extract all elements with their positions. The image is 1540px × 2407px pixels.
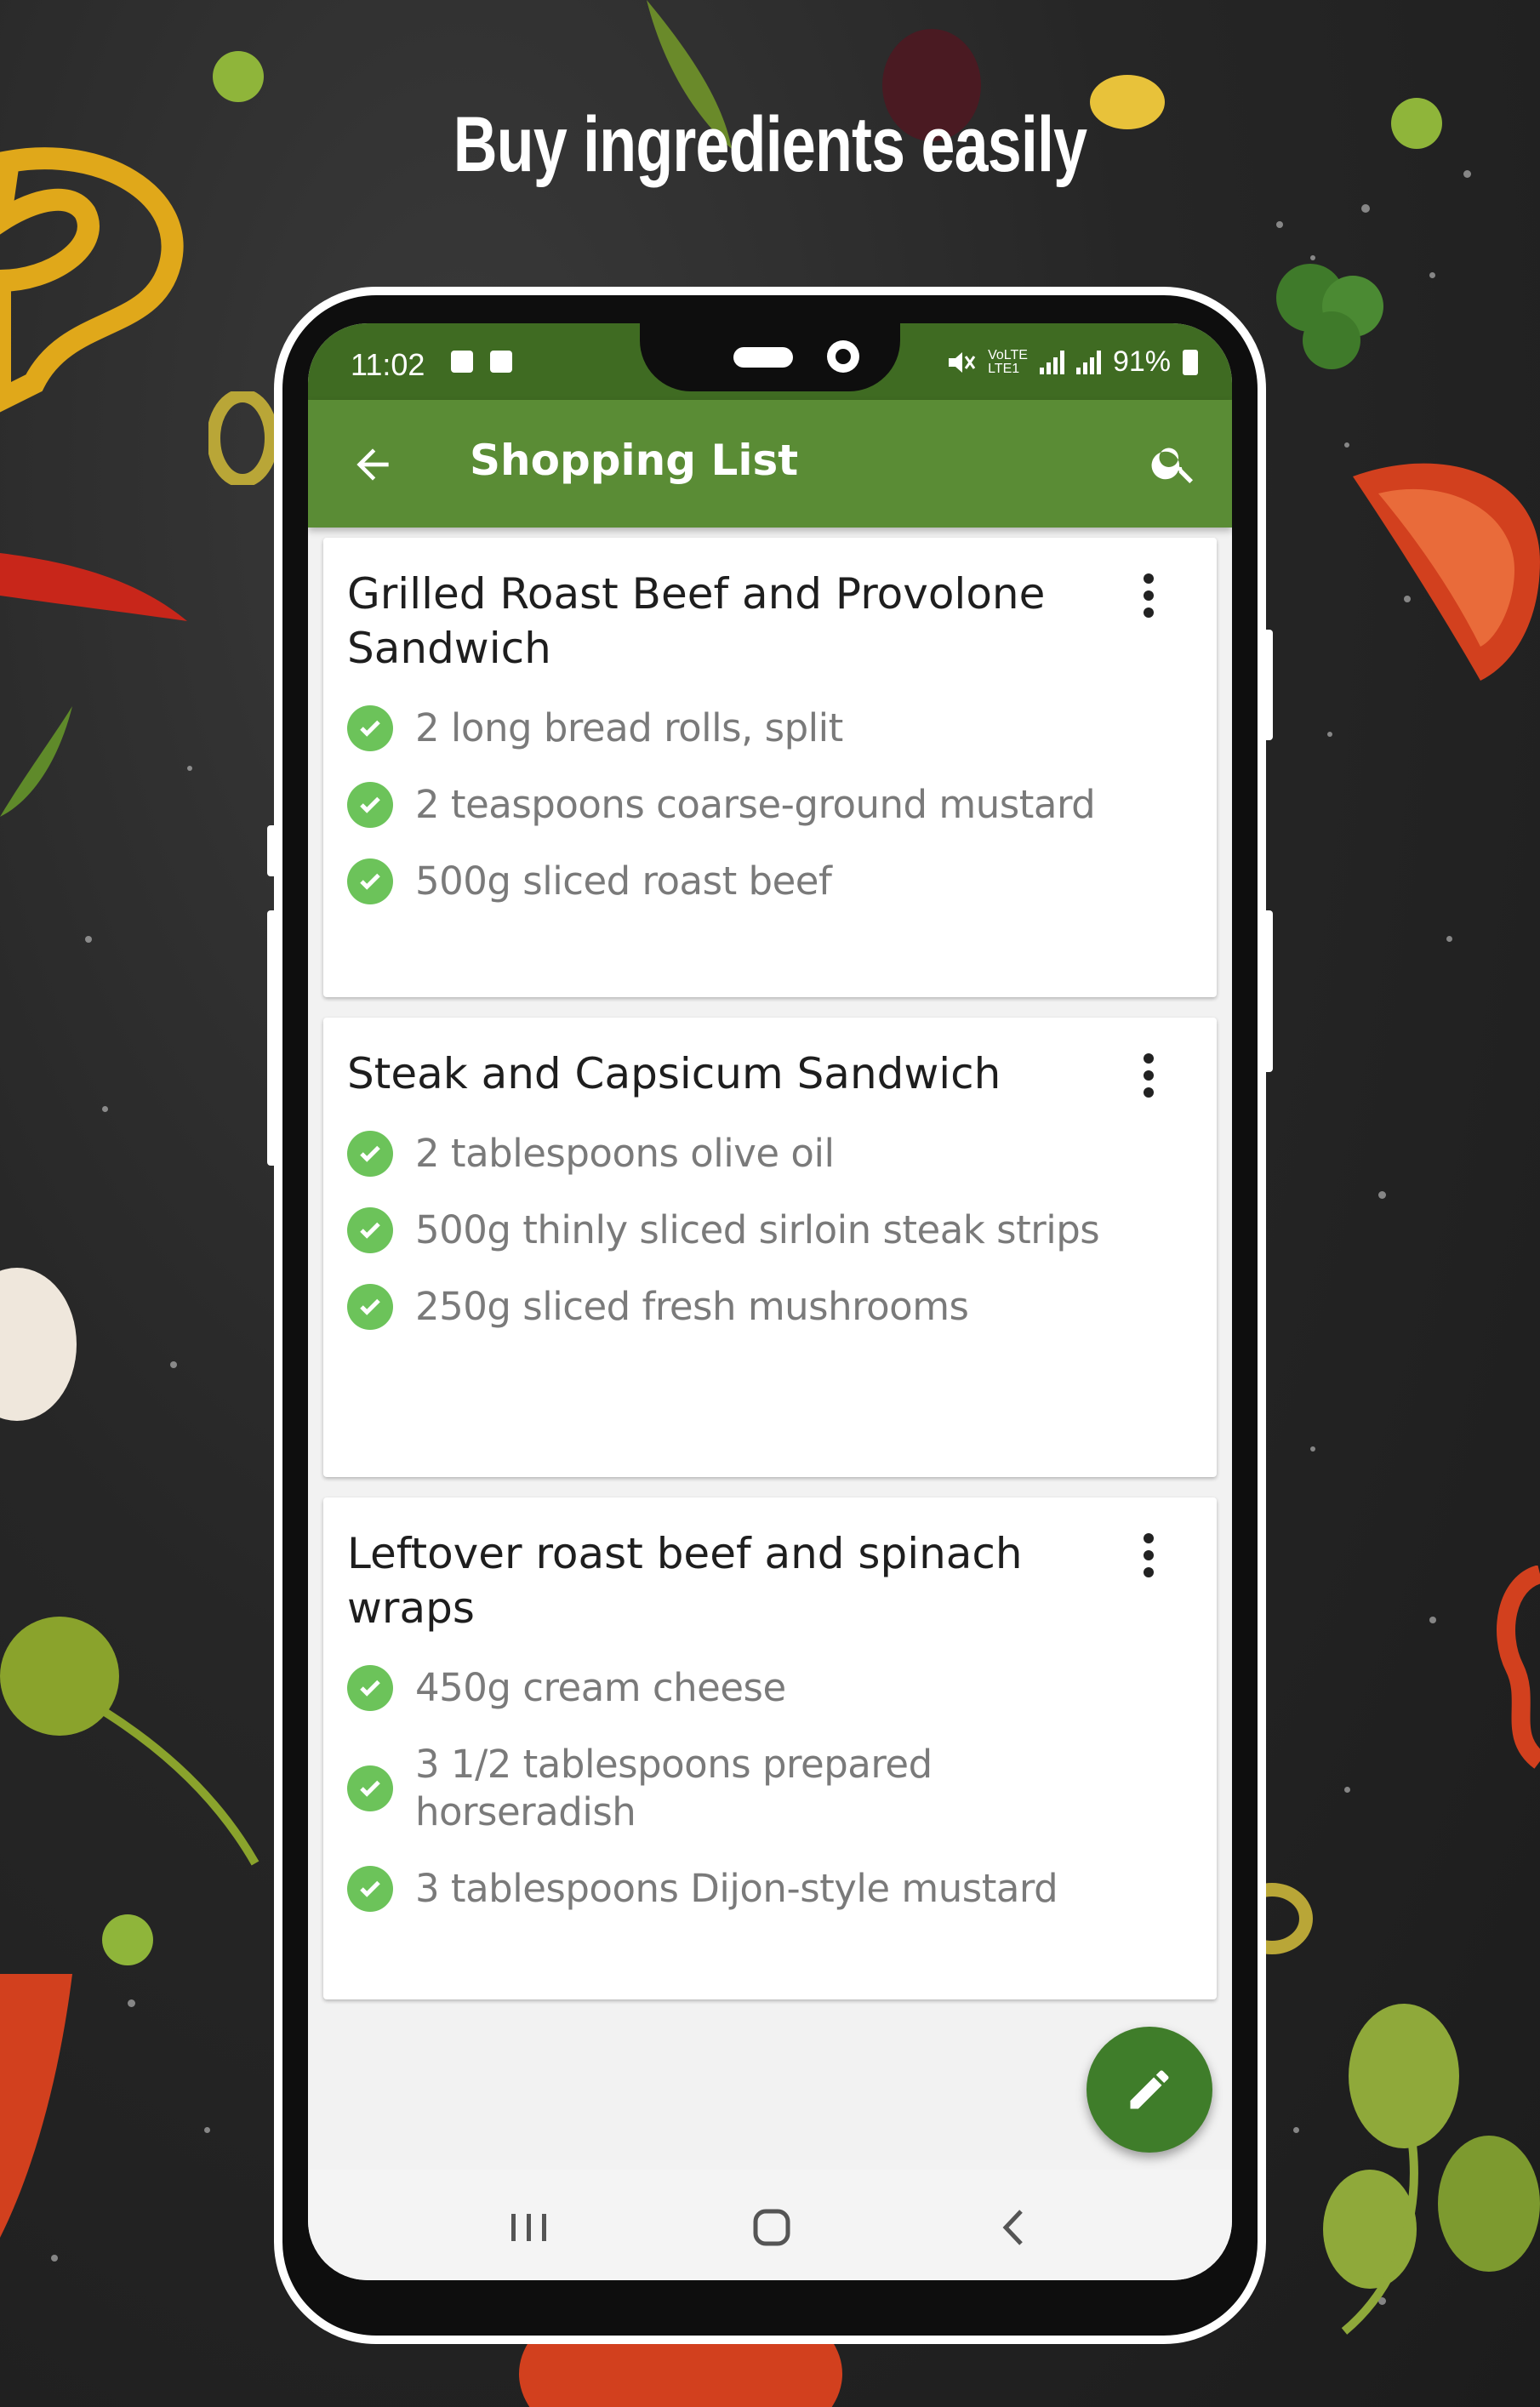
signal-icon (1039, 350, 1064, 374)
check-circle-icon[interactable] (347, 1866, 393, 1912)
recipe-card: Steak and Capsicum Sandwich 2 tablespoon… (323, 1018, 1217, 1477)
recipe-title: Leftover roast beef and spinach wraps (347, 1529, 1023, 1633)
ingredient-text: 2 tablespoons olive oil (415, 1131, 835, 1176)
recipe-card: Grilled Roast Beef and Provolone Sandwic… (323, 538, 1217, 997)
recipe-title: Steak and Capsicum Sandwich (347, 1049, 1001, 1098)
check-circle-icon[interactable] (347, 705, 393, 751)
check-circle-icon[interactable] (347, 1131, 393, 1177)
herb-leaf-icon (0, 706, 72, 817)
ingredient-item[interactable]: 2 tablespoons olive oil (347, 1130, 1193, 1178)
ingredient-text: 2 teaspoons coarse-ground mustard (415, 782, 1096, 827)
pencil-edit-icon (1130, 2070, 1169, 2109)
signal-icon (1075, 350, 1101, 374)
olive-ring-icon (208, 391, 277, 485)
earpiece-speaker (733, 347, 793, 368)
home-icon[interactable] (746, 2202, 797, 2253)
check-circle-icon[interactable] (347, 1284, 393, 1330)
phone-screen: 11:02 VoLTE LTE1 91% Shopping List Grille… (308, 323, 1232, 2280)
caper-icon (0, 1617, 260, 1866)
red-pepper-ring-icon (1497, 1566, 1540, 1769)
recipe-title: Grilled Roast Beef and Provolone Sandwic… (347, 569, 1046, 673)
ingredient-item[interactable]: 3 1/2 tablespoons prepared horseradish (347, 1741, 1193, 1836)
recents-icon[interactable] (504, 2202, 555, 2253)
ingredient-text: 500g thinly sliced sirloin steak strips (415, 1207, 1100, 1252)
more-vert-icon[interactable] (1142, 573, 1155, 618)
status-right-group: VoLTE LTE1 91% (947, 345, 1198, 379)
battery-percent: 91% (1112, 345, 1171, 378)
edit-fab-button[interactable] (1087, 2027, 1212, 2153)
tomato-wedge-icon (0, 1974, 72, 2238)
check-circle-icon[interactable] (347, 1207, 393, 1253)
green-pea-icon (1391, 98, 1442, 149)
front-camera (827, 340, 859, 373)
parsley-icon (1276, 264, 1383, 369)
yellow-pepper-icon (0, 147, 184, 413)
ingredient-item[interactable]: 3 tablespoons Dijon-style mustard (347, 1865, 1193, 1913)
shopping-list: Grilled Roast Beef and Provolone Sandwic… (323, 538, 1217, 2020)
status-time: 11:02 (351, 347, 425, 382)
search-icon[interactable] (1149, 437, 1200, 488)
app-bar: Shopping List (308, 400, 1232, 528)
check-circle-icon[interactable] (347, 858, 393, 904)
ingredient-text: 3 1/2 tablespoons prepared horseradish (415, 1742, 933, 1834)
page-title: Shopping List (470, 436, 799, 485)
ingredient-text: 2 long bread rolls, split (415, 705, 843, 750)
mail-notification-icon (490, 351, 512, 373)
chili-icon (0, 553, 187, 621)
green-pea-icon (213, 51, 264, 102)
recipe-card: Leftover roast beef and spinach wraps 45… (323, 1497, 1217, 1999)
ingredient-text: 3 tablespoons Dijon-style mustard (415, 1866, 1058, 1911)
back-icon[interactable] (989, 2202, 1040, 2253)
volte-icon: VoLTE LTE1 (988, 347, 1028, 376)
phone-side-button (267, 910, 277, 1166)
ingredient-item[interactable]: 250g sliced fresh mushrooms (347, 1283, 1193, 1331)
check-circle-icon[interactable] (347, 1665, 393, 1711)
phone-side-button (267, 825, 277, 876)
ingredient-item[interactable]: 450g cream cheese (347, 1664, 1193, 1712)
ingredient-text: 500g sliced roast beef (415, 858, 832, 904)
promo-headline: Buy ingredients easily (453, 101, 1087, 188)
ingredient-item[interactable]: 2 teaspoons coarse-ground mustard (347, 781, 1193, 829)
mute-icon (949, 351, 976, 373)
tomato-slice-icon (1353, 463, 1540, 681)
phone-side-button (1263, 630, 1273, 740)
phone-side-button (1263, 910, 1273, 1072)
check-notification-icon (451, 351, 473, 373)
ingredient-item[interactable]: 500g sliced roast beef (347, 858, 1193, 905)
battery-icon (1183, 349, 1198, 375)
ingredient-item[interactable]: 2 long bread rolls, split (347, 704, 1193, 752)
system-nav-bar (308, 2170, 1232, 2280)
mushroom-icon (0, 1268, 77, 1421)
capers-bunch-icon (1323, 2004, 1540, 2335)
check-circle-icon[interactable] (347, 1765, 393, 1811)
check-circle-icon[interactable] (347, 782, 393, 828)
ingredient-text: 250g sliced fresh mushrooms (415, 1284, 969, 1329)
more-vert-icon[interactable] (1142, 1053, 1155, 1098)
green-pea-icon (102, 1914, 153, 1965)
ingredient-text: 450g cream cheese (415, 1665, 786, 1710)
more-vert-icon[interactable] (1142, 1533, 1155, 1577)
ingredient-item[interactable]: 500g thinly sliced sirloin steak strips (347, 1206, 1193, 1254)
arrow-back-icon[interactable] (349, 441, 396, 488)
